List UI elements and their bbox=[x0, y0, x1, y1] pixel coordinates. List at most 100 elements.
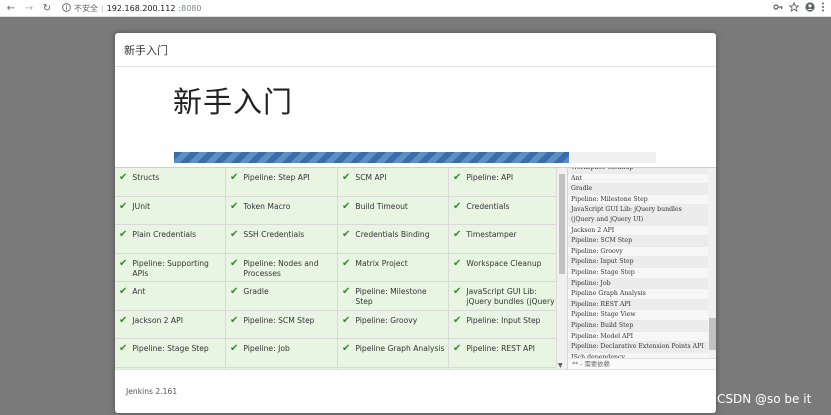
check-icon: ✔ bbox=[453, 286, 462, 297]
plugin-name: Pipeline: Supporting APIs bbox=[132, 258, 209, 278]
plugin-cell: ✔ Pipeline: API bbox=[449, 168, 556, 196]
plugin-name: Pipeline: Groovy bbox=[355, 315, 418, 325]
install-progress-fill bbox=[174, 152, 570, 163]
plugin-name: JavaScript GUI Lib: jQuery bundles (jQue… bbox=[466, 287, 555, 306]
log-line: Pipeline: Input Step bbox=[568, 257, 708, 268]
plugin-cell: ✔ Pipeline Graph Analysis bbox=[338, 339, 448, 367]
log-line: Pipeline: Stage Step bbox=[568, 268, 708, 279]
plugin-cell: ✔ Credentials Binding bbox=[338, 225, 448, 253]
plugin-cell: ✔ Timestamper bbox=[449, 225, 556, 253]
plugin-name: SSH Credentials bbox=[243, 230, 305, 239]
check-icon: ✔ bbox=[119, 200, 128, 212]
check-icon: ✔ bbox=[453, 314, 462, 326]
plugin-cell: ✔ Gradle bbox=[226, 282, 337, 310]
check-icon: ✔ bbox=[342, 257, 351, 269]
info-icon[interactable] bbox=[62, 2, 71, 14]
log-line: Pipeline: SCM Step bbox=[568, 236, 708, 247]
plugin-grid-scroll-thumb[interactable] bbox=[559, 174, 565, 274]
watermark: CSDN @so be it bbox=[717, 392, 812, 406]
url-host: 192.168.200.112 bbox=[106, 3, 176, 13]
plugin-name: Pipeline: Milestone Step bbox=[355, 287, 427, 306]
install-log-scroll-thumb[interactable] bbox=[709, 318, 716, 350]
plugin-cell: ✔ SSH Credentials bbox=[226, 225, 337, 253]
log-line: Pipeline Graph Analysis bbox=[568, 289, 708, 300]
check-icon: ✔ bbox=[230, 200, 239, 212]
check-icon: ✔ bbox=[453, 343, 462, 354]
plugin-cell: ✔ Workspace Cleanup bbox=[449, 253, 556, 281]
install-progress-bar bbox=[174, 152, 656, 163]
address-bar[interactable]: 不安全 | 192.168.200.112:8080 bbox=[62, 2, 202, 14]
check-icon: ✔ bbox=[119, 343, 128, 354]
menu-icon[interactable] bbox=[821, 2, 825, 15]
dialog-title: 新手入门 bbox=[124, 43, 168, 57]
plugin-grid-scrollbar[interactable]: ▼ bbox=[556, 168, 567, 369]
plugin-cell: ✔ Pipeline: Milestone Step bbox=[338, 282, 448, 310]
check-icon: ✔ bbox=[230, 172, 239, 183]
forward-icon[interactable]: → bbox=[22, 3, 36, 14]
account-icon[interactable] bbox=[805, 1, 815, 15]
plugin-cell: ✔ Pipeline: Input Step bbox=[449, 310, 556, 338]
plugin-cell: ✔ SCM API bbox=[338, 168, 448, 196]
check-icon: ✔ bbox=[230, 229, 239, 240]
check-icon: ✔ bbox=[119, 314, 128, 326]
security-label: 不安全 bbox=[74, 3, 98, 13]
plugin-cell: ✔ Pipeline: Stage Step bbox=[115, 339, 225, 367]
plugin-name: JUnit bbox=[132, 201, 151, 211]
plugin-name: Pipeline: REST API bbox=[466, 344, 536, 353]
log-line: Ant bbox=[568, 174, 708, 185]
plugin-cell: ✔ Build Timeout bbox=[338, 196, 448, 224]
browser-toolbar: ← → ↻ 不安全 | 192.168.200.112:8080 bbox=[0, 0, 831, 17]
dialog-header: 新手入门 bbox=[115, 33, 716, 67]
plugin-cell: ✔ Jackson 2 API bbox=[115, 310, 225, 338]
plugin-name: Build Timeout bbox=[355, 201, 408, 211]
plugin-cell: ✔ JUnit bbox=[115, 196, 225, 224]
url-port: :8080 bbox=[178, 3, 202, 13]
install-log-scrollbar[interactable] bbox=[708, 168, 716, 358]
plugin-cell: ✔ JavaScript GUI Lib: jQuery bundles (jQu… bbox=[449, 282, 556, 310]
log-line: Gradle bbox=[568, 184, 708, 195]
scroll-down-icon[interactable]: ▼ bbox=[558, 362, 563, 369]
key-icon[interactable] bbox=[773, 2, 783, 15]
plugin-name: Pipeline: SCM Step bbox=[243, 315, 315, 325]
check-icon: ✔ bbox=[453, 257, 462, 269]
plugin-name: Credentials Binding bbox=[355, 230, 430, 239]
plugin-cell: ✔ Pipeline: Supporting APIs bbox=[115, 253, 225, 281]
plugin-name: Jackson 2 API bbox=[132, 315, 183, 325]
check-icon: ✔ bbox=[119, 257, 128, 269]
check-icon: ✔ bbox=[342, 286, 351, 297]
plugin-cell: ✔ Pipeline: Nodes and Processes bbox=[226, 253, 337, 281]
install-log-legend: ** - 需要依赖 bbox=[568, 358, 716, 369]
check-icon: ✔ bbox=[342, 172, 351, 183]
back-icon[interactable]: ← bbox=[4, 3, 18, 14]
separator: | bbox=[101, 3, 104, 13]
plugin-name: Timestamper bbox=[466, 230, 517, 239]
getting-started-dialog: 新手入门 新手入门 ✔ Structs ✔ Pipeline: Step API ✔ SC… bbox=[115, 33, 716, 413]
reload-icon[interactable]: ↻ bbox=[40, 3, 54, 14]
plugin-name: Plain Credentials bbox=[132, 230, 197, 239]
check-icon: ✔ bbox=[342, 200, 351, 212]
install-log-list: Workspace CleanupAntGradlePipeline: Mile… bbox=[568, 168, 708, 358]
log-line: Pipeline: Build Step bbox=[568, 320, 708, 332]
check-icon: ✔ bbox=[230, 314, 239, 326]
install-log-panel: Workspace CleanupAntGradlePipeline: Mile… bbox=[567, 168, 716, 369]
plugin-cell: ✔ Pipeline: REST API bbox=[449, 339, 556, 367]
log-line: Pipeline: Milestone Step bbox=[568, 195, 708, 206]
plugin-name: Pipeline Graph Analysis bbox=[355, 344, 445, 353]
check-icon: ✔ bbox=[119, 172, 128, 183]
check-icon: ✔ bbox=[230, 343, 239, 354]
plugin-name: Token Macro bbox=[243, 201, 291, 211]
plugin-cell: ✔ Matrix Project bbox=[338, 253, 448, 281]
check-icon: ✔ bbox=[453, 172, 462, 183]
plugin-cell: ✔ Credentials bbox=[449, 196, 556, 224]
plugin-name: Pipeline: Step API bbox=[243, 173, 310, 182]
check-icon: ✔ bbox=[342, 229, 351, 240]
plugin-name: Pipeline: Job bbox=[243, 344, 290, 353]
check-icon: ✔ bbox=[453, 229, 462, 240]
star-icon[interactable] bbox=[788, 1, 800, 15]
log-line: Pipeline: Stage View bbox=[568, 310, 708, 321]
plugin-name: Workspace Cleanup bbox=[466, 258, 542, 268]
log-line: Pipeline: Model API bbox=[568, 332, 708, 343]
plugin-name: Pipeline: Nodes and Processes bbox=[243, 258, 319, 278]
plugin-cell: ✔ Structs bbox=[115, 168, 225, 196]
plugin-name: Matrix Project bbox=[355, 258, 408, 268]
